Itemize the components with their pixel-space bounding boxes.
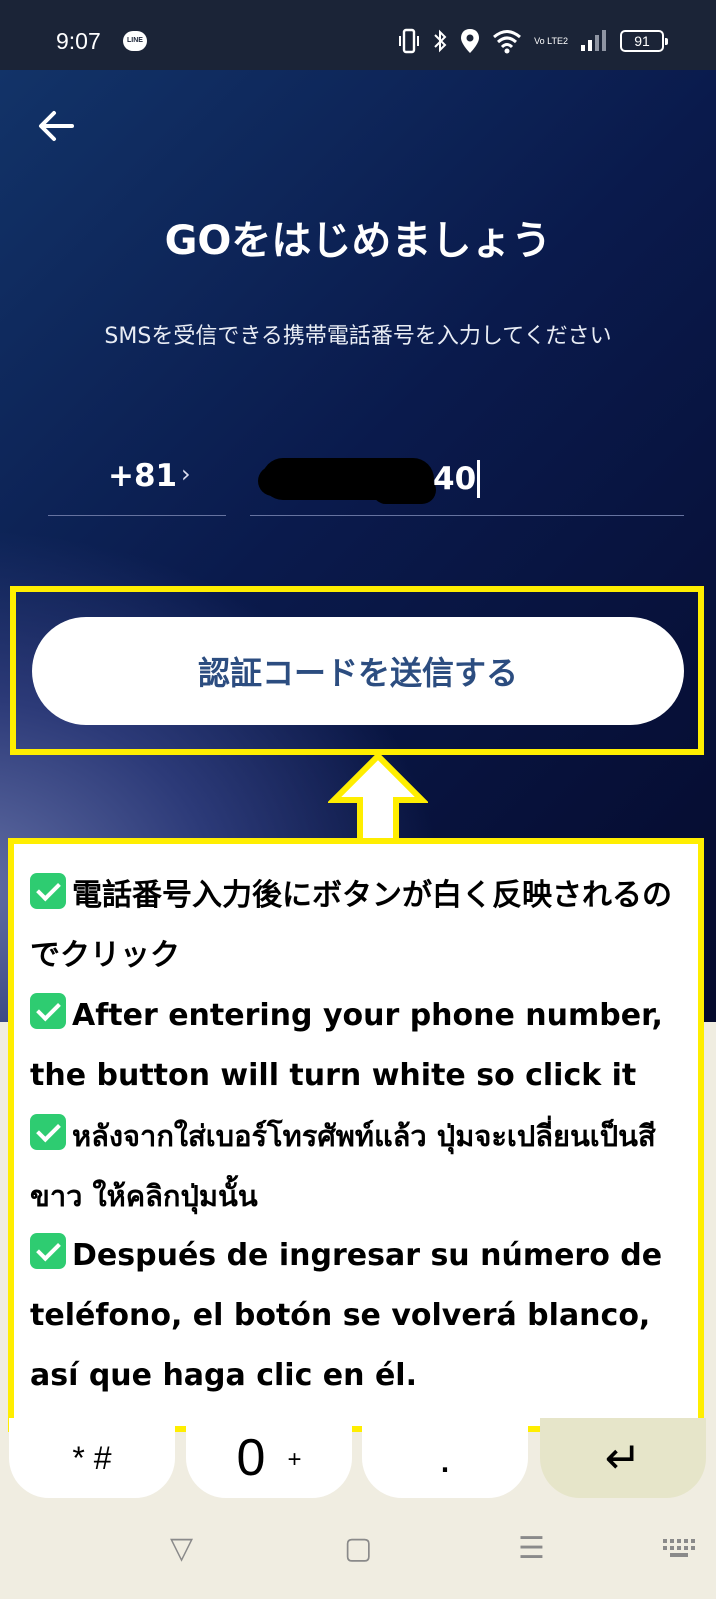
keyboard-bottom-row: * # 0 + . ↵ — [0, 1418, 716, 1504]
signal-icon — [581, 30, 606, 51]
instruction-text-es: Después de ingresar su número de teléfon… — [30, 1238, 663, 1393]
location-icon — [461, 29, 480, 53]
key-zero[interactable]: 0 + — [186, 1418, 352, 1498]
back-button[interactable] — [34, 104, 78, 148]
status-time: 9:07 — [56, 28, 101, 54]
instruction-item: หลังจากใส่เบอร์โทรศัพท์แล้ว ปุ่มจะเปลี่ย… — [30, 1106, 688, 1226]
check-icon — [30, 873, 66, 909]
check-icon — [30, 993, 66, 1029]
status-icons: Vo LTE2 91 — [398, 24, 668, 58]
page-title: GOをはじめましょう — [164, 218, 552, 264]
send-verification-code-button[interactable]: 認証コードを送信する — [32, 617, 684, 725]
key-star-hash[interactable]: * # — [9, 1418, 175, 1498]
instruction-item: 電話番号入力後にボタンが白く反映されるのでクリック — [30, 866, 688, 986]
page-subtitle: SMSを受信できる携帯電話番号を入力してください — [104, 324, 612, 349]
instruction-item: After entering your phone number, the bu… — [30, 986, 688, 1106]
arrow-left-icon — [39, 111, 74, 141]
instruction-callout: 電話番号入力後にボタンが白く反映されるのでクリック After entering… — [8, 838, 704, 1432]
redaction-mark — [258, 458, 436, 504]
nav-home-button[interactable]: ▢ — [344, 1534, 372, 1564]
chevron-right-icon: › — [181, 460, 191, 488]
key-dot[interactable]: . — [362, 1418, 528, 1498]
nav-recents-button[interactable]: ☰ — [518, 1534, 545, 1564]
nav-back-button[interactable]: ▽ — [170, 1534, 193, 1564]
phone-number-input[interactable]: 40 — [250, 448, 684, 516]
phone-number-value: 40 — [433, 460, 481, 498]
key-zero-sub: + — [287, 1446, 302, 1473]
key-zero-label: 0 — [236, 1429, 266, 1487]
country-code-value: +81 — [108, 458, 178, 494]
check-icon — [30, 1114, 66, 1150]
line-app-icon: LINE — [123, 31, 147, 51]
vibrate-icon — [399, 28, 420, 54]
keyboard-icon[interactable] — [662, 1538, 696, 1562]
bluetooth-icon — [434, 29, 447, 53]
battery-icon: 91 — [620, 30, 668, 52]
check-icon — [30, 1233, 66, 1269]
instruction-text-th: หลังจากใส่เบอร์โทรศัพท์แล้ว ปุ่มจะเปลี่ย… — [30, 1119, 656, 1213]
wifi-icon — [493, 30, 522, 54]
country-code-selector[interactable]: +81 › — [48, 448, 226, 516]
instruction-text-en: After entering your phone number, the bu… — [30, 998, 663, 1093]
enter-key[interactable]: ↵ — [540, 1418, 706, 1498]
navigation-bar: ▽ ▢ ☰ — [0, 1504, 716, 1599]
instruction-text-ja: 電話番号入力後にボタンが白く反映されるのでクリック — [30, 878, 672, 973]
volte-indicator: Vo LTE2 — [534, 35, 568, 46]
instruction-item: Después de ingresar su número de teléfon… — [30, 1226, 688, 1406]
